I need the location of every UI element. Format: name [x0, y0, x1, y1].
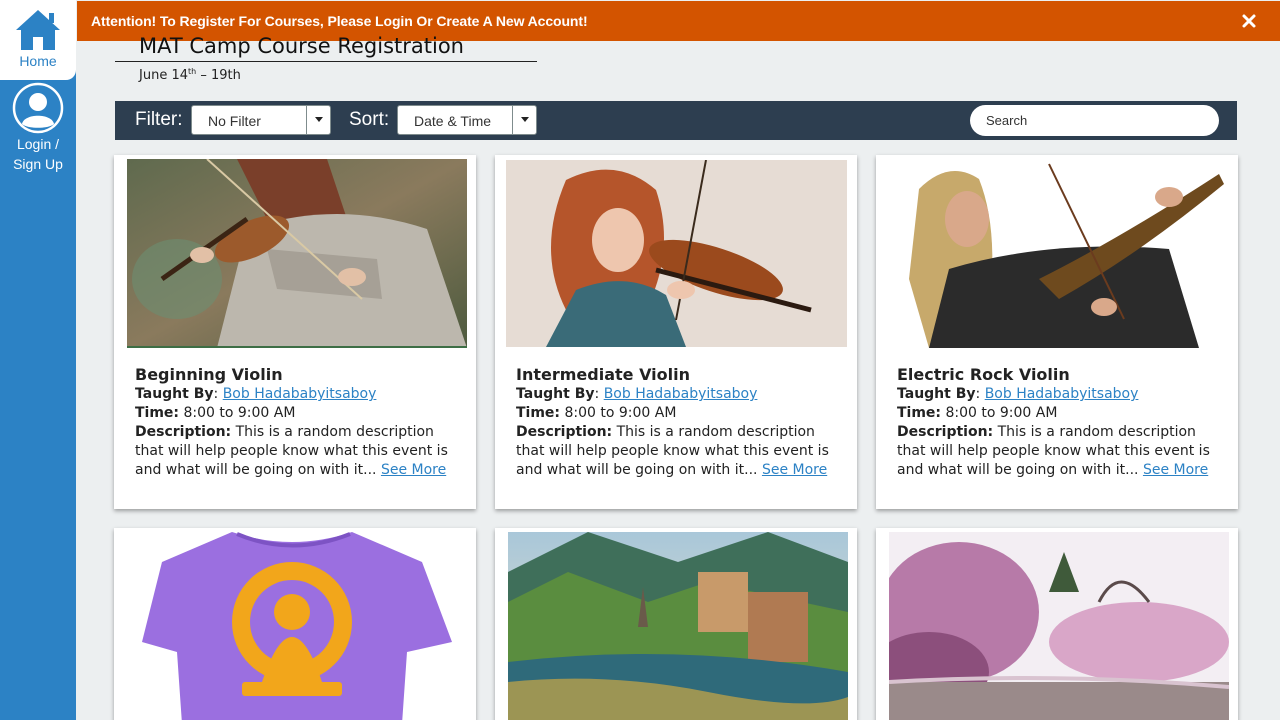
sort-value: Date & Time [414, 113, 492, 129]
login-nav-button[interactable]: Login / Sign Up [0, 82, 76, 182]
sort-select[interactable]: Date & Time [397, 105, 537, 135]
see-more-link[interactable]: See More [381, 462, 446, 478]
description: Description: This is a random descriptio… [135, 423, 460, 480]
taught-by-line: Taught By: Bob Hadababyitsaboy [897, 386, 1139, 402]
course-image-tshirt [122, 532, 466, 720]
time-line: Time: 8:00 to 9:00 AM [516, 404, 841, 423]
time-label: Time: [897, 405, 942, 421]
course-card[interactable]: Beginning Violin Taught By: Bob Hadababy… [114, 155, 476, 509]
course-image-cherry-blossoms [889, 532, 1229, 720]
description-label: Description: [135, 424, 232, 440]
taught-by-line: Taught By: Bob Hadababyitsaboy [135, 386, 377, 402]
description-label: Description: [516, 424, 613, 440]
home-nav-button[interactable]: Home [0, 0, 76, 80]
instructor-link[interactable]: Bob Hadababyitsaboy [985, 386, 1139, 402]
time-value: 8:00 to 9:00 AM [564, 405, 677, 421]
instructor-link[interactable]: Bob Hadababyitsaboy [223, 386, 377, 402]
course-details: Intermediate Violin Taught By: Bob Hadab… [516, 365, 841, 480]
filter-value: No Filter [208, 113, 261, 129]
filter-label: Filter: [135, 109, 183, 130]
home-icon [16, 10, 60, 50]
time-line: Time: 8:00 to 9:00 AM [897, 404, 1222, 423]
description: Description: This is a random descriptio… [516, 423, 841, 480]
course-card[interactable] [876, 528, 1238, 720]
course-card[interactable] [114, 528, 476, 720]
login-label-line1: Login / [16, 136, 60, 152]
user-icon [12, 82, 64, 134]
login-label-line2: Sign Up [13, 156, 63, 172]
page-title-container: MAT Camp Course Registration [115, 34, 537, 62]
dates-prefix: June 14 [139, 68, 188, 83]
description-label: Description: [897, 424, 994, 440]
course-image-electric-rock-violin [889, 159, 1229, 348]
sort-dropdown-button[interactable] [512, 106, 536, 134]
time-value: 8:00 to 9:00 AM [945, 405, 1058, 421]
home-label: Home [19, 53, 57, 69]
course-details: Electric Rock Violin Taught By: Bob Hada… [897, 365, 1222, 480]
instructor-link[interactable]: Bob Hadababyitsaboy [604, 386, 758, 402]
course-image-beginning-violin [127, 159, 467, 348]
course-card[interactable]: Intermediate Violin Taught By: Bob Hadab… [495, 155, 857, 509]
course-title: Electric Rock Violin [897, 365, 1070, 384]
time-value: 8:00 to 9:00 AM [183, 405, 296, 421]
page-title: MAT Camp Course Registration [139, 34, 464, 58]
chevron-down-icon [315, 117, 323, 122]
course-title: Beginning Violin [135, 365, 283, 384]
taught-by-label: Taught By [135, 386, 214, 402]
sort-label: Sort: [349, 109, 390, 130]
taught-by-line: Taught By: Bob Hadababyitsaboy [516, 386, 758, 402]
chevron-down-icon [521, 117, 529, 122]
description: Description: This is a random descriptio… [897, 423, 1222, 480]
dates-superscript: th [188, 67, 197, 76]
filter-select[interactable]: No Filter [191, 105, 331, 135]
camp-dates: June 14th – 19th [139, 67, 241, 83]
dates-suffix: – 19th [196, 68, 241, 83]
close-icon[interactable] [1240, 12, 1258, 30]
filter-dropdown-button[interactable] [306, 106, 330, 134]
see-more-link[interactable]: See More [1143, 462, 1208, 478]
banner-message: Attention! To Register For Courses, Plea… [91, 13, 588, 29]
time-label: Time: [135, 405, 180, 421]
course-image-village [508, 532, 848, 720]
search-input[interactable] [970, 105, 1219, 136]
time-label: Time: [516, 405, 561, 421]
course-card[interactable] [495, 528, 857, 720]
course-card[interactable]: Electric Rock Violin Taught By: Bob Hada… [876, 155, 1238, 509]
time-line: Time: 8:00 to 9:00 AM [135, 404, 460, 423]
taught-by-label: Taught By [516, 386, 595, 402]
see-more-link[interactable]: See More [762, 462, 827, 478]
course-details: Beginning Violin Taught By: Bob Hadababy… [135, 365, 460, 480]
taught-by-label: Taught By [897, 386, 976, 402]
filter-sort-toolbar: Filter: No Filter Sort: Date & Time [115, 101, 1237, 140]
course-image-intermediate-violin [506, 160, 847, 347]
sidebar: Home Login / Sign Up [0, 0, 76, 720]
course-title: Intermediate Violin [516, 365, 690, 384]
